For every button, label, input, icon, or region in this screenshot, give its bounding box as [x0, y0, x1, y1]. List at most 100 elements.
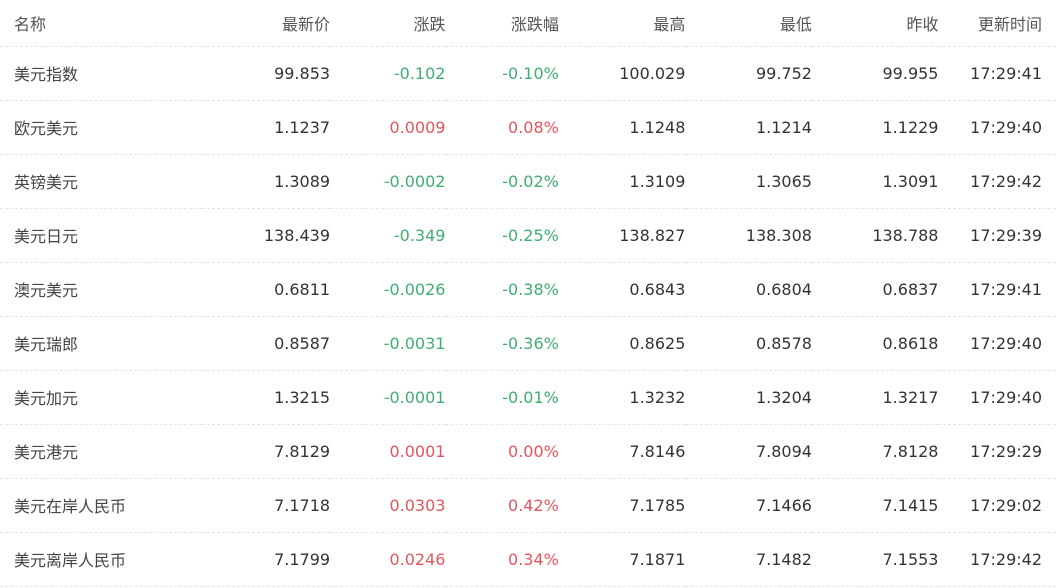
cell-high-container: 138.827: [558, 208, 686, 263]
cell-update-time: 17:29:39: [970, 225, 1042, 245]
cell-low: 0.6804: [755, 279, 812, 299]
cell-name-container[interactable]: 美元日元: [0, 208, 203, 263]
cell-name[interactable]: 澳元美元: [14, 281, 78, 300]
cell-prev-close-container: 99.955: [811, 46, 939, 101]
header-row: 名称 最新价 涨跌 涨跌幅 最高 最低 昨收 更新时间: [0, 0, 1056, 47]
cell-change-pct-container: 0.42%: [445, 478, 559, 533]
table-row[interactable]: 美元指数 99.853 -0.102 -0.10% 100.029 99.752 99.95…: [0, 46, 1056, 101]
cell-change-container: -0.0031: [330, 316, 446, 371]
cell-prev-close-container: 1.3091: [811, 154, 939, 209]
cell-change-container: -0.0026: [330, 262, 446, 317]
cell-name-container[interactable]: 美元港元: [0, 424, 203, 479]
cell-last: 7.1718: [274, 495, 331, 515]
cell-high: 138.827: [619, 225, 686, 245]
cell-name-container[interactable]: 澳元美元: [0, 262, 203, 317]
cell-update-time: 17:29:41: [970, 63, 1042, 83]
cell-change-container: 0.0246: [330, 532, 446, 587]
col-header-name[interactable]: 名称: [0, 0, 203, 47]
cell-high: 7.1785: [629, 495, 686, 515]
table-row[interactable]: 美元加元 1.3215 -0.0001 -0.01% 1.3232 1.3204 1.321…: [0, 370, 1056, 425]
cell-prev-close: 7.8128: [882, 441, 939, 461]
cell-change-pct-container: -0.25%: [445, 208, 559, 263]
cell-change-pct-container: 0.00%: [445, 424, 559, 479]
table-row[interactable]: 澳元美元 0.6811 -0.0026 -0.38% 0.6843 0.6804 0.683…: [0, 262, 1056, 317]
cell-update-time-container: 17:29:42: [938, 532, 1056, 587]
cell-update-time: 17:29:02: [970, 495, 1042, 515]
cell-prev-close-container: 138.788: [811, 208, 939, 263]
cell-low-container: 1.3065: [685, 154, 812, 209]
cell-prev-close: 7.1415: [882, 495, 939, 515]
cell-name-container[interactable]: 美元指数: [0, 46, 203, 101]
table-row[interactable]: 欧元美元 1.1237 0.0009 0.08% 1.1248 1.1214 1.1229 1…: [0, 100, 1056, 155]
cell-name-container[interactable]: 美元加元: [0, 370, 203, 425]
cell-name-container[interactable]: 美元在岸人民币: [0, 478, 203, 533]
cell-last: 7.1799: [274, 549, 331, 569]
cell-update-time-container: 17:29:42: [938, 154, 1056, 209]
cell-low-container: 7.1466: [685, 478, 812, 533]
cell-high-container: 0.6843: [558, 262, 686, 317]
cell-low: 7.1466: [755, 495, 812, 515]
forex-quotes-table: 名称 最新价 涨跌 涨跌幅 最高 最低 昨收 更新时间 美元指数 99.853 -0…: [0, 0, 1056, 587]
cell-low-container: 99.752: [685, 46, 812, 101]
cell-high: 0.8625: [629, 333, 686, 353]
cell-low-container: 7.8094: [685, 424, 812, 479]
cell-update-time: 17:29:40: [970, 387, 1042, 407]
cell-prev-close: 7.1553: [882, 549, 939, 569]
cell-change-pct: -0.38%: [502, 279, 559, 299]
col-header-update-time[interactable]: 更新时间: [938, 0, 1056, 47]
col-header-prev-close[interactable]: 昨收: [811, 0, 939, 47]
cell-name[interactable]: 美元在岸人民币: [14, 497, 126, 516]
col-header-change-pct[interactable]: 涨跌幅: [445, 0, 559, 47]
col-header-high[interactable]: 最高: [558, 0, 686, 47]
cell-name[interactable]: 美元港元: [14, 443, 78, 462]
cell-name[interactable]: 美元指数: [14, 65, 78, 84]
cell-low: 1.1214: [755, 117, 812, 137]
cell-high: 1.3109: [629, 171, 686, 191]
cell-name[interactable]: 美元离岸人民币: [14, 551, 126, 570]
table-row[interactable]: 美元瑞郎 0.8587 -0.0031 -0.36% 0.8625 0.8578 0.861…: [0, 316, 1056, 371]
cell-high: 0.6843: [629, 279, 686, 299]
table-row[interactable]: 英镑美元 1.3089 -0.0002 -0.02% 1.3109 1.3065 1.309…: [0, 154, 1056, 209]
cell-change-pct: 0.42%: [508, 495, 559, 515]
cell-update-time: 17:29:40: [970, 117, 1042, 137]
cell-name-container[interactable]: 美元瑞郎: [0, 316, 203, 371]
table-row[interactable]: 美元日元 138.439 -0.349 -0.25% 138.827 138.308 138…: [0, 208, 1056, 263]
cell-high: 7.1871: [629, 549, 686, 569]
cell-change-pct: 0.34%: [508, 549, 559, 569]
table-row[interactable]: 美元离岸人民币 7.1799 0.0246 0.34% 7.1871 7.1482 7.15…: [0, 532, 1056, 587]
cell-change-pct-container: -0.02%: [445, 154, 559, 209]
cell-change-pct-container: -0.36%: [445, 316, 559, 371]
cell-prev-close-container: 7.1553: [811, 532, 939, 587]
table-row[interactable]: 美元在岸人民币 7.1718 0.0303 0.42% 7.1785 7.1466 7.14…: [0, 478, 1056, 533]
cell-name-container[interactable]: 美元离岸人民币: [0, 532, 203, 587]
cell-name[interactable]: 欧元美元: [14, 119, 78, 138]
cell-name-container[interactable]: 欧元美元: [0, 100, 203, 155]
cell-high-container: 1.3109: [558, 154, 686, 209]
col-header-last[interactable]: 最新价: [202, 0, 331, 47]
cell-update-time-container: 17:29:40: [938, 316, 1056, 371]
cell-name[interactable]: 美元瑞郎: [14, 335, 78, 354]
cell-name-container[interactable]: 英镑美元: [0, 154, 203, 209]
cell-low: 138.308: [745, 225, 812, 245]
cell-high-container: 7.8146: [558, 424, 686, 479]
cell-update-time-container: 17:29:41: [938, 262, 1056, 317]
cell-prev-close-container: 0.6837: [811, 262, 939, 317]
col-header-low[interactable]: 最低: [685, 0, 812, 47]
cell-prev-close-container: 7.8128: [811, 424, 939, 479]
cell-name[interactable]: 英镑美元: [14, 173, 78, 192]
cell-low: 1.3204: [755, 387, 812, 407]
cell-name[interactable]: 美元加元: [14, 389, 78, 408]
cell-change: -0.349: [393, 225, 446, 245]
table-row[interactable]: 美元港元 7.8129 0.0001 0.00% 7.8146 7.8094 7.8128 1…: [0, 424, 1056, 479]
cell-low-container: 7.1482: [685, 532, 812, 587]
cell-last-container: 99.853: [202, 46, 331, 101]
cell-last-container: 0.6811: [202, 262, 331, 317]
cell-prev-close-container: 1.3217: [811, 370, 939, 425]
col-header-change[interactable]: 涨跌: [330, 0, 446, 47]
cell-last: 0.8587: [274, 333, 331, 353]
cell-update-time: 17:29:41: [970, 279, 1042, 299]
table-header: 名称 最新价 涨跌 涨跌幅 最高 最低 昨收 更新时间: [0, 0, 1056, 47]
cell-change-pct-container: 0.08%: [445, 100, 559, 155]
cell-name[interactable]: 美元日元: [14, 227, 78, 246]
cell-change-pct: -0.25%: [502, 225, 559, 245]
